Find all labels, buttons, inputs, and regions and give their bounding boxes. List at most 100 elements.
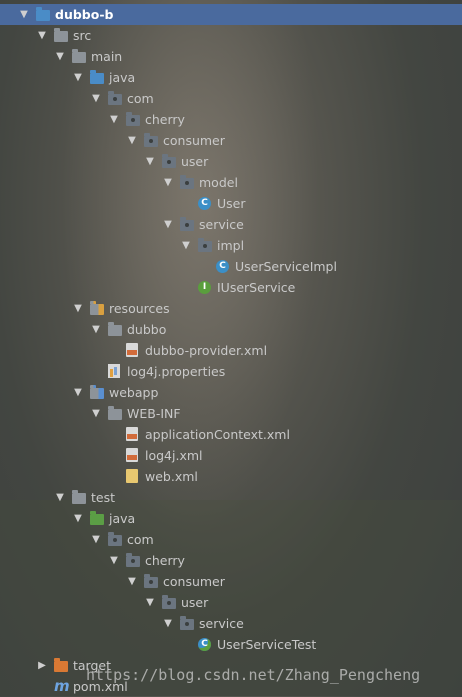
tree-node-label: src: [73, 28, 92, 43]
tree-node[interactable]: ▼ consumer: [0, 571, 462, 592]
folder-icon: [72, 49, 86, 63]
expand-arrow-icon[interactable]: ▼: [144, 151, 156, 172]
class-icon: C: [216, 260, 229, 273]
tree-node[interactable]: dubbo-provider.xml: [0, 340, 462, 361]
package-icon: [180, 217, 194, 231]
tree-node[interactable]: C UserServiceTest: [0, 634, 462, 655]
tree-node-label: log4j.xml: [145, 448, 203, 463]
expand-arrow-icon[interactable]: ▼: [162, 172, 174, 193]
watermark: https://blog.csdn.net/Zhang_Pengcheng: [86, 666, 421, 684]
tree-node[interactable]: ▼ java: [0, 508, 462, 529]
expand-arrow-icon[interactable]: ▼: [162, 214, 174, 235]
folder-icon: [72, 490, 86, 504]
tree-node[interactable]: ▼ service: [0, 613, 462, 634]
expand-arrow-icon[interactable]: ▼: [90, 319, 102, 340]
xml-file-icon: [126, 343, 138, 357]
expand-arrow-icon[interactable]: ▼: [162, 613, 174, 634]
tree-node[interactable]: ▼ cherry: [0, 109, 462, 130]
tree-node[interactable]: ▼ main: [0, 46, 462, 67]
expand-arrow-icon[interactable]: ▼: [36, 25, 48, 46]
tree-node-label: com: [127, 532, 154, 547]
package-icon: [144, 133, 158, 147]
tree-node-label: main: [91, 49, 123, 64]
tree-node-label: service: [199, 217, 244, 232]
tree-node[interactable]: ▼ WEB-INF: [0, 403, 462, 424]
expand-arrow-icon[interactable]: ▼: [126, 130, 138, 151]
tree-node[interactable]: ▼ model: [0, 172, 462, 193]
excluded-folder-icon: [54, 658, 68, 672]
tree-node-label: test: [91, 490, 116, 505]
tree-node[interactable]: C User: [0, 193, 462, 214]
tree-node[interactable]: ▼ consumer: [0, 130, 462, 151]
tree-node[interactable]: ▼ cherry: [0, 550, 462, 571]
expand-arrow-icon[interactable]: ▼: [18, 4, 30, 25]
tree-node[interactable]: log4j.xml: [0, 445, 462, 466]
expand-arrow-icon[interactable]: ▼: [72, 382, 84, 403]
tree-node[interactable]: ▼ resources: [0, 298, 462, 319]
folder-icon: [108, 406, 122, 420]
tree-node-label: WEB-INF: [127, 406, 181, 421]
expand-arrow-icon[interactable]: ▼: [144, 592, 156, 613]
package-icon: [180, 175, 194, 189]
tree-node-label: UserServiceTest: [217, 637, 317, 652]
expand-arrow-icon[interactable]: ▼: [180, 235, 192, 256]
package-icon: [108, 91, 122, 105]
package-icon: [126, 112, 140, 126]
expand-arrow-icon[interactable]: ▼: [108, 550, 120, 571]
tree-node[interactable]: ▼ webapp: [0, 382, 462, 403]
expand-arrow-icon[interactable]: ▼: [90, 403, 102, 424]
tree-node-label: dubbo-provider.xml: [145, 343, 268, 358]
expand-arrow-icon[interactable]: ▼: [54, 46, 66, 67]
tree-node[interactable]: web.xml: [0, 466, 462, 487]
tree-node[interactable]: ▼ user: [0, 592, 462, 613]
tree-node[interactable]: C UserServiceImpl: [0, 256, 462, 277]
tree-node[interactable]: ▼ service: [0, 214, 462, 235]
tree-node-label: UserServiceImpl: [235, 259, 337, 274]
collapse-arrow-icon[interactable]: ▶: [36, 655, 48, 676]
tree-node[interactable]: ▼ user: [0, 151, 462, 172]
tree-node[interactable]: ▼ dubbo: [0, 319, 462, 340]
package-icon: [162, 595, 176, 609]
expand-arrow-icon[interactable]: ▼: [90, 529, 102, 550]
tree-node[interactable]: ▼ src: [0, 25, 462, 46]
tree-node[interactable]: ▼ com: [0, 88, 462, 109]
package-icon: [108, 532, 122, 546]
expand-arrow-icon[interactable]: ▼: [72, 298, 84, 319]
test-class-icon: C: [198, 638, 211, 651]
expand-arrow-icon[interactable]: ▼: [72, 508, 84, 529]
tree-node-label: dubbo: [127, 322, 167, 337]
tree-node-label: impl: [217, 238, 245, 253]
tree-node-label: resources: [109, 301, 170, 316]
tree-node-label: webapp: [109, 385, 159, 400]
tree-node[interactable]: applicationContext.xml: [0, 424, 462, 445]
test-source-folder-icon: [90, 511, 104, 525]
tree-node[interactable]: ▼ dubbo-b: [0, 4, 462, 25]
expand-arrow-icon[interactable]: ▼: [72, 67, 84, 88]
expand-arrow-icon[interactable]: ▼: [90, 88, 102, 109]
tree-node-label: com: [127, 91, 154, 106]
source-folder-icon: [90, 70, 104, 84]
properties-file-icon: [108, 364, 120, 378]
tree-node-label: java: [109, 511, 136, 526]
tree-node-label: applicationContext.xml: [145, 427, 290, 442]
tree-node[interactable]: ▼ java: [0, 67, 462, 88]
tree-node[interactable]: I IUserService: [0, 277, 462, 298]
xml-file-icon: [126, 427, 138, 441]
tree-node-label: consumer: [163, 574, 225, 589]
xml-file-icon: [126, 448, 138, 462]
tree-node[interactable]: ▼ com: [0, 529, 462, 550]
tree-node-label: java: [109, 70, 136, 85]
web-xml-file-icon: [126, 469, 138, 483]
tree-node[interactable]: ▼ impl: [0, 235, 462, 256]
class-icon: C: [198, 197, 211, 210]
tree-node-label: service: [199, 616, 244, 631]
expand-arrow-icon[interactable]: ▼: [108, 109, 120, 130]
package-icon: [180, 616, 194, 630]
expand-arrow-icon[interactable]: ▼: [54, 487, 66, 508]
tree-node[interactable]: ▼ test: [0, 487, 462, 508]
expand-arrow-icon[interactable]: ▼: [126, 571, 138, 592]
tree-node[interactable]: log4j.properties: [0, 361, 462, 382]
tree-node-label: log4j.properties: [127, 364, 226, 379]
interface-icon: I: [198, 281, 211, 294]
tree-node-label: user: [181, 595, 209, 610]
